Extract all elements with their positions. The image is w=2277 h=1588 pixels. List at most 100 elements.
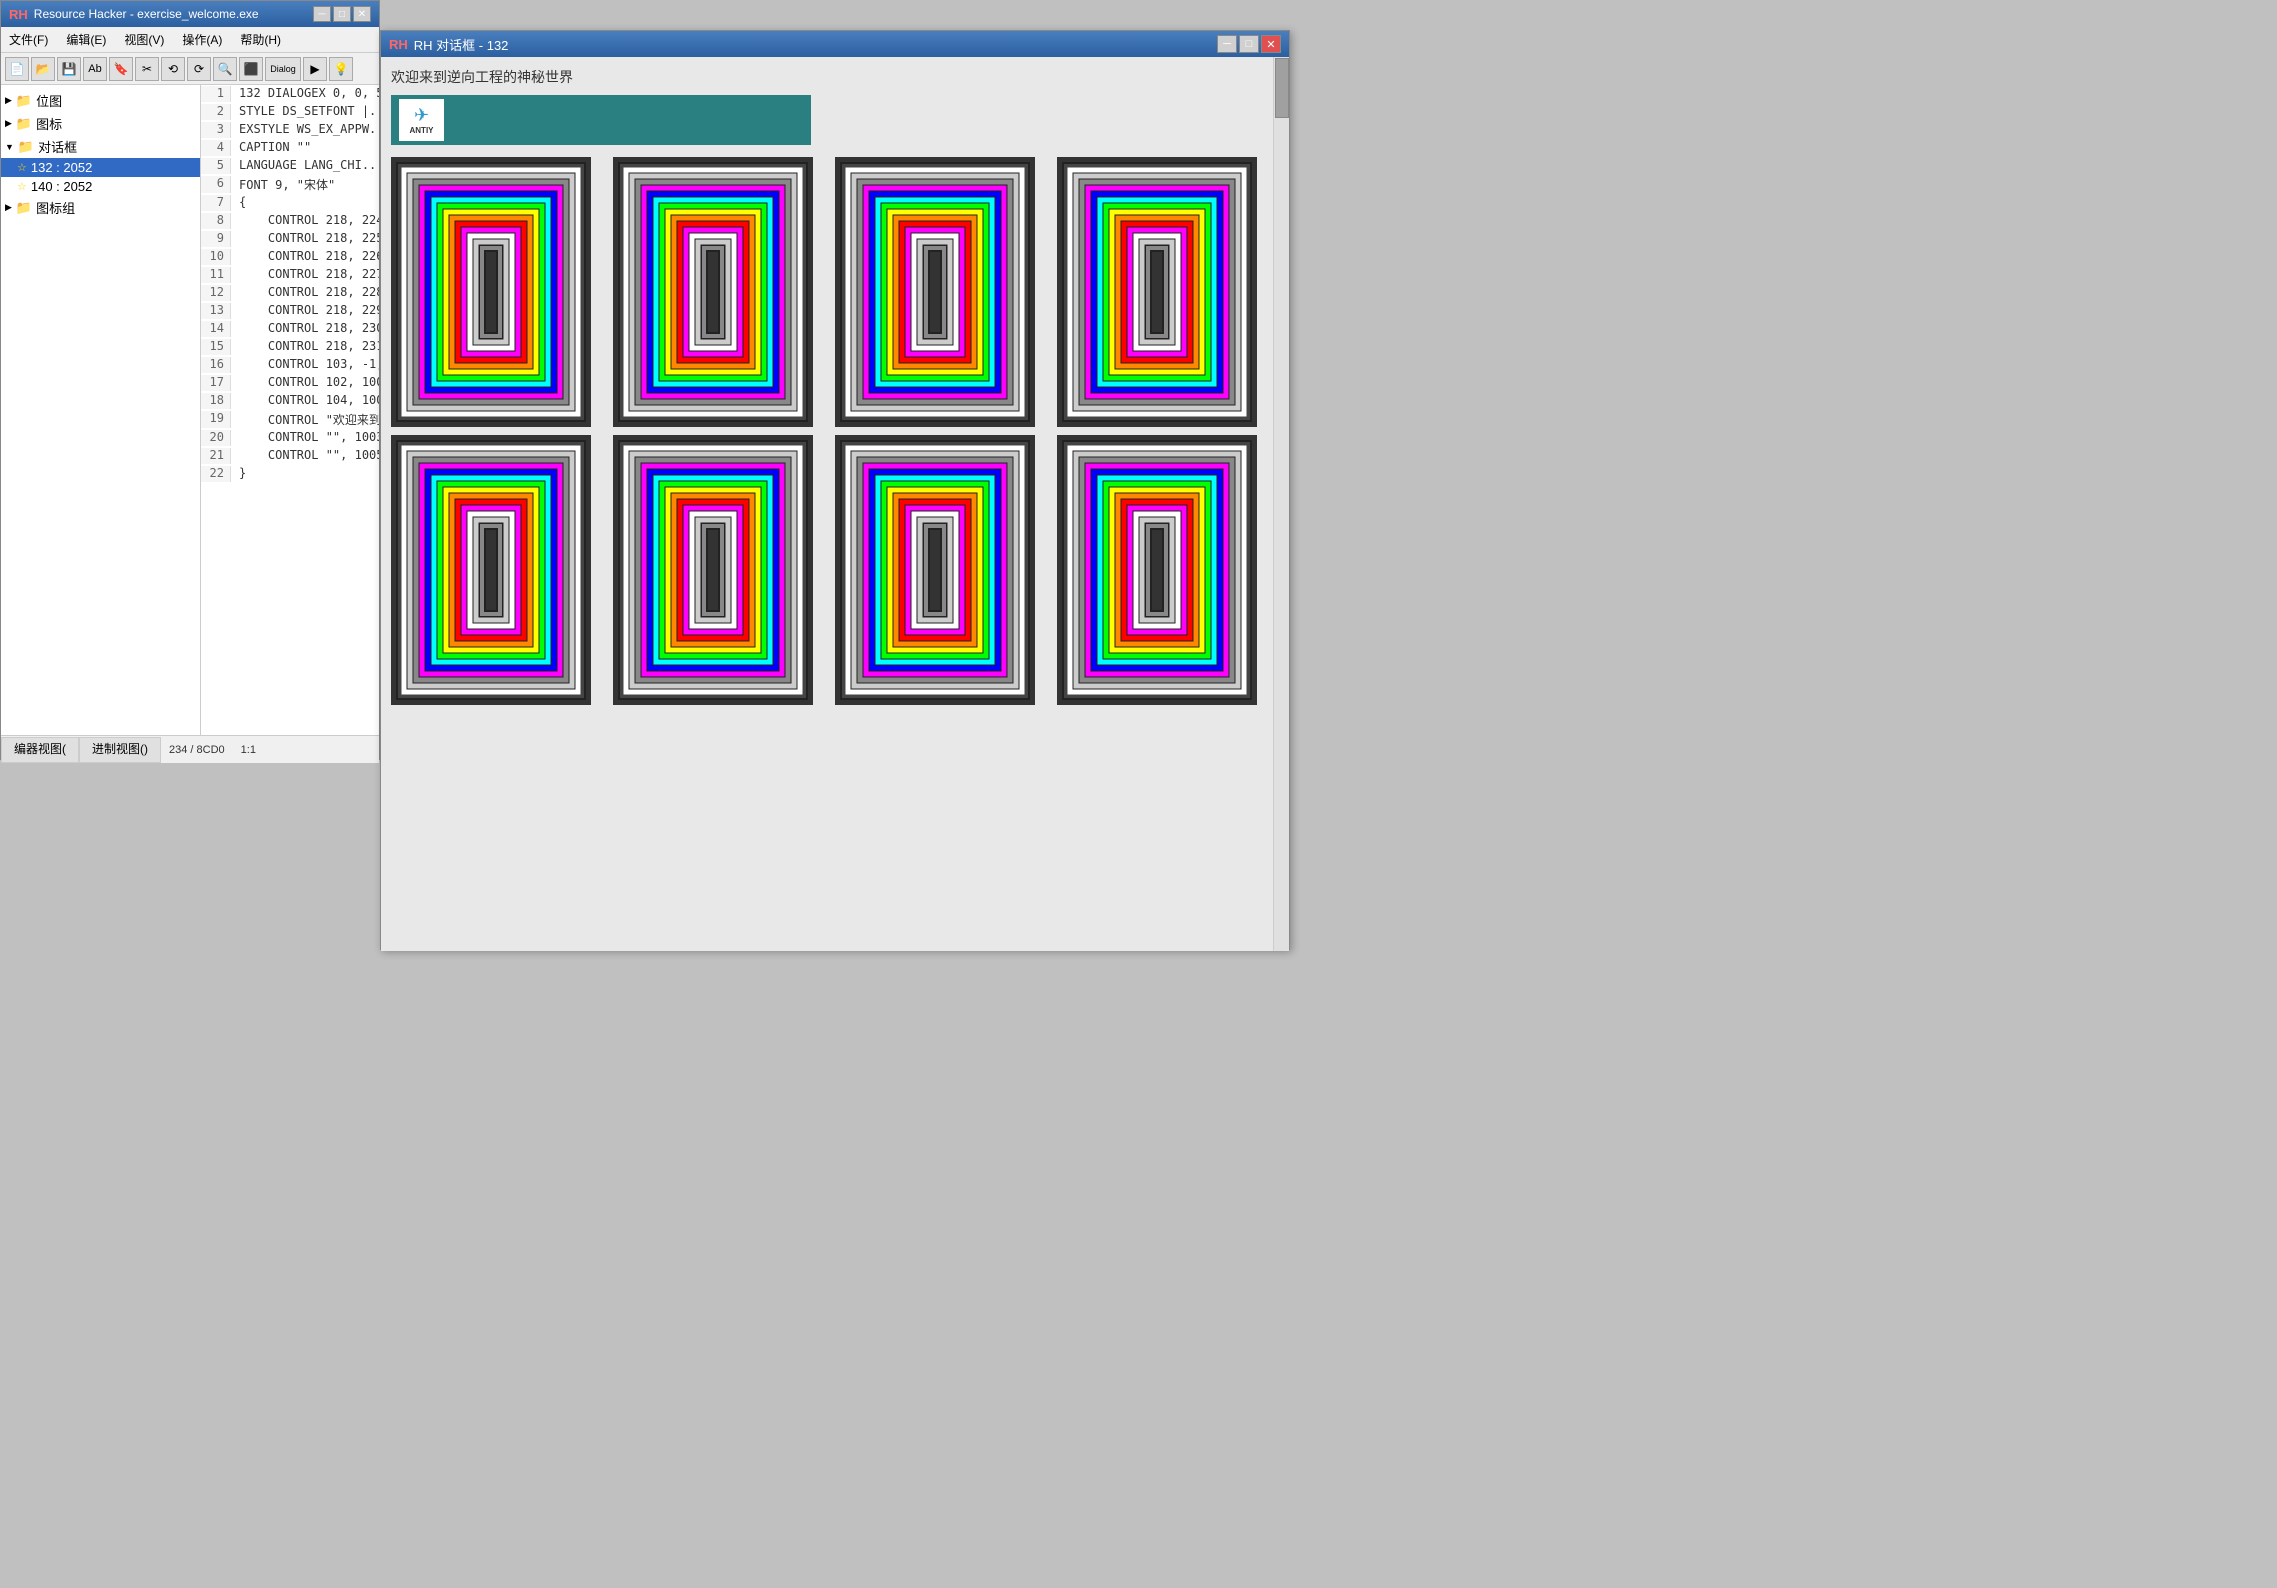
rainbow-image-3 <box>835 157 1035 427</box>
images-grid <box>391 157 1271 705</box>
dialog-title-bar: RH RH 对话框 - 132 ─ □ ✕ <box>381 31 1289 57</box>
toolbar-icon6[interactable]: 🔍 <box>213 57 237 81</box>
line-code-10[interactable]: CONTROL 218, 226,... <box>231 249 379 265</box>
code-line-21: 21 CONTROL "", 1005,... <box>201 447 379 465</box>
line-code-14[interactable]: CONTROL 218, 230,... <box>231 321 379 337</box>
menu-bar: 文件(F) 编辑(E) 视图(V) 操作(A) 帮助(H) <box>1 27 379 53</box>
tree-item-132[interactable]: ☆ 132 : 2052 <box>1 158 200 177</box>
line-num-19: 19 <box>201 411 231 428</box>
line-num-6: 6 <box>201 176 231 193</box>
line-code-17[interactable]: CONTROL 102, 1000... <box>231 375 379 391</box>
line-code-8[interactable]: CONTROL 218, 224,... <box>231 213 379 229</box>
line-code-22[interactable]: } <box>231 466 246 482</box>
tree-arrow-dialog: ▼ <box>5 142 14 152</box>
line-num-11: 11 <box>201 267 231 283</box>
line-num-4: 4 <box>201 140 231 156</box>
menu-view[interactable]: 视图(V) <box>120 29 168 50</box>
dialog-maximize-button[interactable]: □ <box>1239 35 1259 53</box>
toolbar-icon1[interactable]: Ab <box>83 57 107 81</box>
line-num-18: 18 <box>201 393 231 409</box>
code-line-14: 14 CONTROL 218, 230,... <box>201 320 379 338</box>
tree-arrow-icon: ▶ <box>5 118 12 129</box>
maximize-button[interactable]: □ <box>333 6 351 22</box>
tree-item-140[interactable]: ☆ 140 : 2052 <box>1 177 200 196</box>
menu-help[interactable]: 帮助(H) <box>236 29 285 50</box>
dialog-body: 欢迎来到逆向工程的神秘世界 ✈ ANTIY <box>381 57 1289 951</box>
tree-item-bitmap[interactable]: ▶ 📁 位图 <box>1 89 200 112</box>
rainbow-image-4 <box>1057 157 1257 427</box>
line-code-13[interactable]: CONTROL 218, 229,... <box>231 303 379 319</box>
toolbar-lightbulb[interactable]: 💡 <box>329 57 353 81</box>
menu-edit[interactable]: 编辑(E) <box>62 29 110 50</box>
line-code-5[interactable]: LANGUAGE LANG_CHI... <box>231 158 379 174</box>
toolbar-save[interactable]: 💾 <box>57 57 81 81</box>
line-code-12[interactable]: CONTROL 218, 228,... <box>231 285 379 301</box>
folder-icon-icongroup: 📁 <box>16 200 32 216</box>
line-num-13: 13 <box>201 303 231 319</box>
rainbow-image-5 <box>391 435 591 705</box>
code-line-2: 2 STYLE DS_SETFONT |... <box>201 103 379 121</box>
toolbar-play[interactable]: ▶ <box>303 57 327 81</box>
line-code-3[interactable]: EXSTYLE WS_EX_APPW... <box>231 122 379 138</box>
line-code-16[interactable]: CONTROL 103, -1, S... <box>231 357 379 373</box>
toolbar-icon7[interactable]: ⬛ <box>239 57 263 81</box>
tree-item-icongroup[interactable]: ▶ 📁 图标组 <box>1 196 200 219</box>
tab-editor[interactable]: 编器视图( <box>1 737 79 763</box>
dialog-scrollbar[interactable] <box>1273 57 1289 951</box>
minimize-button[interactable]: ─ <box>313 6 331 22</box>
welcome-text: 欢迎来到逆向工程的神秘世界 <box>391 67 1279 87</box>
status-zoom: 1:1 <box>233 740 264 760</box>
code-line-20: 20 CONTROL "", 1003,... <box>201 429 379 447</box>
line-num-22: 22 <box>201 466 231 482</box>
code-line-11: 11 CONTROL 218, 227,... <box>201 266 379 284</box>
rainbow-image-1 <box>391 157 591 427</box>
banner-logo: ✈ ANTIY <box>399 99 444 141</box>
line-num-15: 15 <box>201 339 231 355</box>
content-area: ▶ 📁 位图 ▶ 📁 图标 ▼ 📁 对话框 ☆ 132 : 2052 <box>1 85 379 735</box>
code-line-18: 18 CONTROL 104, 1001... <box>201 392 379 410</box>
tree-item-dialog[interactable]: ▼ 📁 对话框 <box>1 135 200 158</box>
menu-file[interactable]: 文件(F) <box>5 29 52 50</box>
dialog-minimize-button[interactable]: ─ <box>1217 35 1237 53</box>
line-code-9[interactable]: CONTROL 218, 225,... <box>231 231 379 247</box>
line-code-18[interactable]: CONTROL 104, 1001... <box>231 393 379 409</box>
line-code-7[interactable]: { <box>231 195 246 211</box>
line-code-4[interactable]: CAPTION "" <box>231 140 311 156</box>
toolbar-dialog[interactable]: Dialog <box>265 57 301 81</box>
line-num-9: 9 <box>201 231 231 247</box>
toolbar-icon2[interactable]: 🔖 <box>109 57 133 81</box>
tree-arrow-icongroup: ▶ <box>5 202 12 213</box>
close-button[interactable]: ✕ <box>353 6 371 22</box>
line-code-1[interactable]: 132 DIALOGEX 0, 0, 5... <box>231 86 379 102</box>
folder-icon-bitmap: 📁 <box>16 93 32 109</box>
line-code-2[interactable]: STYLE DS_SETFONT |... <box>231 104 379 120</box>
line-code-20[interactable]: CONTROL "", 1003,... <box>231 430 379 446</box>
tab-hex[interactable]: 进制视图() <box>79 737 161 763</box>
dialog-buttons: ─ □ ✕ <box>1217 35 1281 53</box>
line-code-15[interactable]: CONTROL 218, 231,... <box>231 339 379 355</box>
folder-icon-dialog: 📁 <box>18 139 34 155</box>
code-line-12: 12 CONTROL 218, 228,... <box>201 284 379 302</box>
code-line-8: 8 CONTROL 218, 224,... <box>201 212 379 230</box>
toolbar-icon4[interactable]: ⟲ <box>161 57 185 81</box>
code-line-1: 1 132 DIALOGEX 0, 0, 5... <box>201 85 379 103</box>
line-code-19[interactable]: CONTROL "欢迎来到... <box>231 411 379 428</box>
tree-item-icon[interactable]: ▶ 📁 图标 <box>1 112 200 135</box>
line-code-6[interactable]: FONT 9, "宋体" <box>231 176 335 193</box>
toolbar-icon5[interactable]: ⟳ <box>187 57 211 81</box>
menu-action[interactable]: 操作(A) <box>178 29 226 50</box>
toolbar-new[interactable]: 📄 <box>5 57 29 81</box>
code-line-16: 16 CONTROL 103, -1, S... <box>201 356 379 374</box>
toolbar-icon3[interactable]: ✂ <box>135 57 159 81</box>
scrollbar-thumb[interactable] <box>1275 58 1289 118</box>
code-line-7: 7 { <box>201 194 379 212</box>
dialog-window: RH RH 对话框 - 132 ─ □ ✕ 欢迎来到逆向工程的神秘世界 ✈ AN… <box>380 30 1290 950</box>
code-line-13: 13 CONTROL 218, 229,... <box>201 302 379 320</box>
toolbar-open[interactable]: 📂 <box>31 57 55 81</box>
line-code-11[interactable]: CONTROL 218, 227,... <box>231 267 379 283</box>
dialog-title: RH 对话框 - 132 <box>414 35 509 54</box>
main-window-title: Resource Hacker - exercise_welcome.exe <box>34 7 259 21</box>
line-code-21[interactable]: CONTROL "", 1005,... <box>231 448 379 464</box>
star-icon-140: ☆ <box>17 180 27 193</box>
dialog-close-button[interactable]: ✕ <box>1261 35 1281 53</box>
